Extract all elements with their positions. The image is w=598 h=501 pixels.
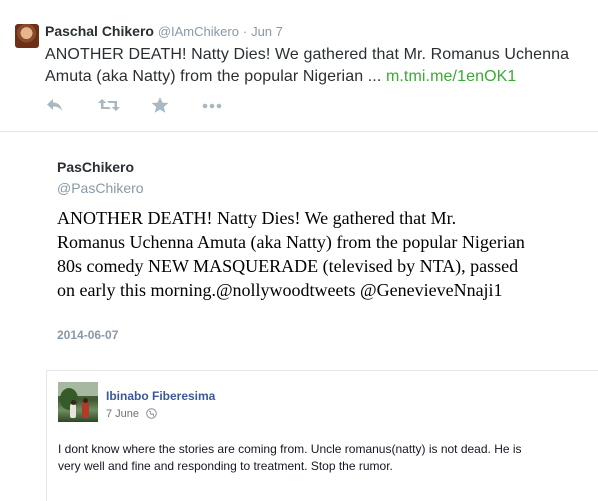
commenter-name[interactable]: Ibinabo Fiberesima [106, 389, 215, 403]
tweet-date[interactable]: Jun 7 [251, 24, 283, 39]
author-name[interactable]: Paschal Chikero [45, 23, 154, 39]
comment-date-row: 7 June [106, 408, 157, 422]
more-icon[interactable] [201, 96, 225, 116]
embedded-tweet: PasChikero @PasChikero ANOTHER DEATH! Na… [0, 148, 598, 348]
reply-icon[interactable] [45, 96, 69, 116]
globe-icon [146, 408, 157, 422]
author-avatar[interactable] [15, 24, 39, 48]
embed-date[interactable]: 2014-06-07 [57, 328, 118, 342]
embed-author-handle[interactable]: @PasChikero [57, 180, 144, 196]
comment-text: I dont know where the stories are coming… [58, 442, 522, 473]
author-handle[interactable]: @IAmChikero [158, 24, 239, 39]
tweet-link[interactable]: m.tmi.me/1enOK1 [386, 68, 516, 85]
tweet-text-block: ANOTHER DEATH! Natty Dies! We gathered t… [45, 44, 590, 88]
embed-tweet-text: ANOTHER DEATH! Natty Dies! We gathered t… [57, 208, 525, 300]
tweet-card: Paschal Chikero @IAmChikero · Jun 7 ANOT… [0, 0, 598, 131]
embed-author-name[interactable]: PasChikero [57, 159, 134, 175]
retweet-icon[interactable] [97, 96, 121, 116]
tweet-divider [0, 131, 598, 132]
header-separator: · [242, 24, 248, 39]
favorite-icon[interactable] [150, 96, 174, 116]
tweet-header: Paschal Chikero @IAmChikero · Jun 7 [45, 23, 283, 39]
comment-date[interactable]: 7 June [106, 408, 139, 420]
commenter-avatar[interactable] [58, 382, 98, 422]
facebook-comment: Ibinabo Fiberesima 7 June I dont know wh… [46, 370, 598, 501]
